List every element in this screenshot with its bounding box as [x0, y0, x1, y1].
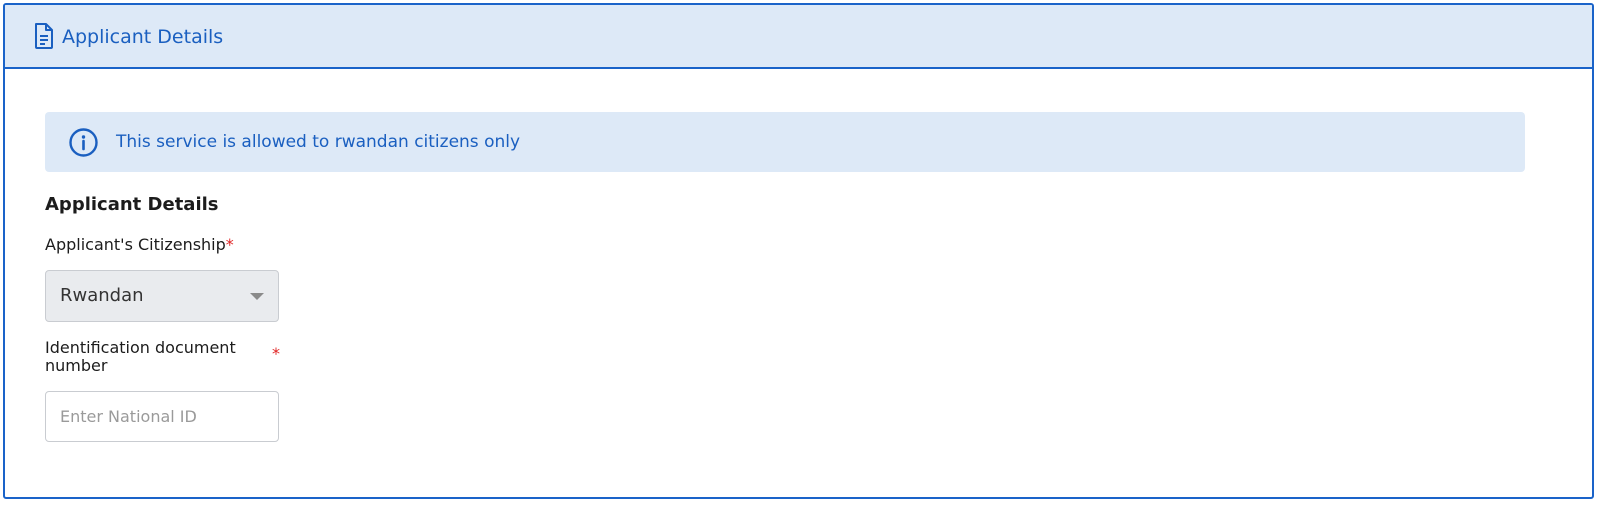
chevron-down-icon: [250, 293, 264, 300]
card-header: Applicant Details: [5, 5, 1592, 69]
citizenship-selected-value: Rwandan: [60, 285, 144, 306]
notice-text: This service is allowed to rwandan citiz…: [116, 132, 521, 152]
citizenship-label: Applicant's Citizenship*: [45, 236, 234, 254]
identification-label: Identification document number *: [45, 338, 280, 375]
citizenship-label-text: Applicant's Citizenship: [45, 235, 226, 254]
document-icon: [35, 23, 53, 49]
identification-label-text: Identification document number: [45, 338, 236, 375]
info-icon: [69, 128, 98, 157]
required-marker: *: [272, 344, 280, 363]
info-notice: This service is allowed to rwandan citiz…: [45, 112, 1525, 172]
required-marker: *: [225, 235, 234, 254]
national-id-input[interactable]: [45, 391, 279, 442]
section-title: Applicant Details: [45, 194, 219, 215]
card-title: Applicant Details: [62, 26, 224, 48]
applicant-details-card: Applicant Details This service is allowe…: [3, 3, 1594, 499]
citizenship-select[interactable]: Rwandan: [45, 270, 279, 322]
